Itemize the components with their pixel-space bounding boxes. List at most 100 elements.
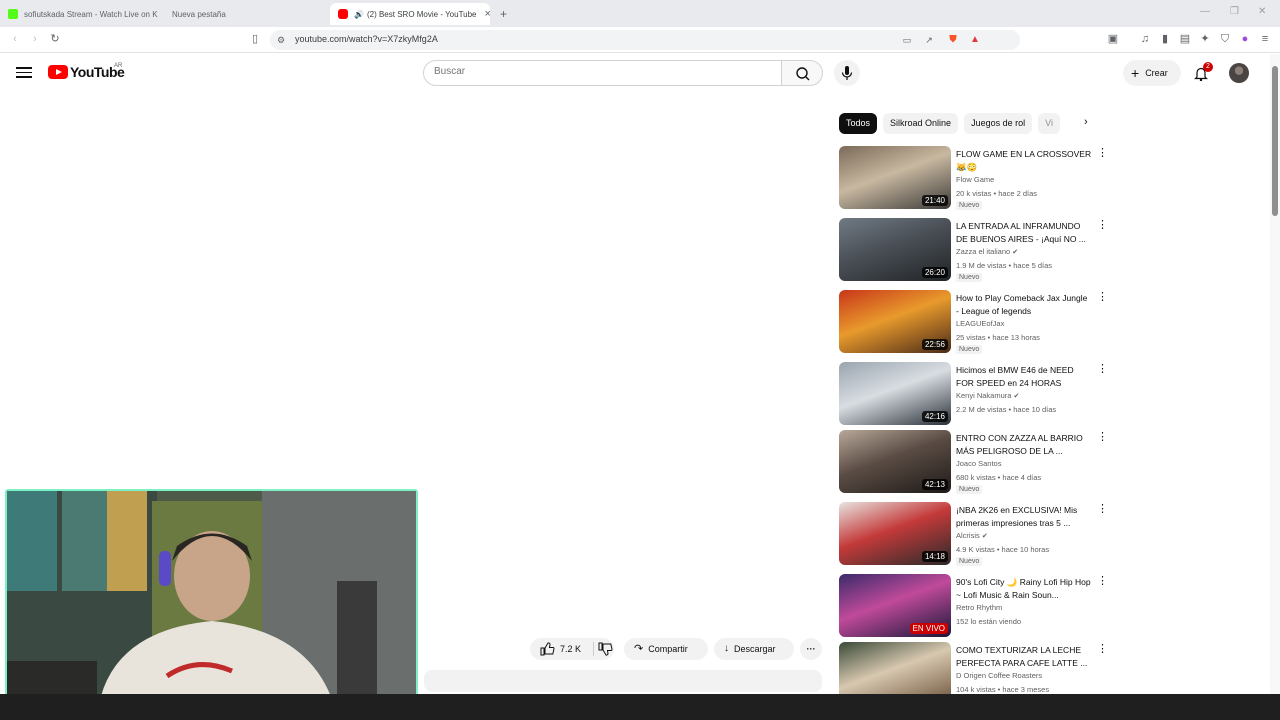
channel-name[interactable]: Kenyi Nakamura ✔ bbox=[956, 391, 1019, 400]
close-window-icon[interactable]: ✕ bbox=[1258, 6, 1266, 17]
video-thumbnail[interactable]: 22:56 bbox=[839, 290, 951, 353]
channel-name-text: D Origen Coffee Roasters bbox=[956, 671, 1043, 680]
browser-tab-bar: sofiutskada Stream - Watch Live on K Nue… bbox=[0, 0, 1280, 27]
more-actions-button[interactable]: ··· bbox=[800, 638, 822, 660]
more-options-icon[interactable]: ⋮ bbox=[1097, 220, 1108, 231]
more-options-icon[interactable]: ⋮ bbox=[1097, 364, 1108, 375]
recommendation-item[interactable]: 26:20 LA ENTRADA AL INFRAMUNDO DE BUENOS … bbox=[839, 218, 1109, 282]
video-thumbnail[interactable]: EN VIVO bbox=[839, 574, 951, 637]
channel-name-text: LEAGUEofJax bbox=[956, 319, 1005, 328]
download-button[interactable]: ↓ Descargar bbox=[714, 638, 794, 660]
brave-rewards-icon[interactable]: ▲ bbox=[968, 33, 982, 47]
channel-name-text: Zazza el italiano bbox=[956, 247, 1011, 256]
recommendation-item[interactable]: 42:16 Hicimos el BMW E46 de NEED FOR SPEE… bbox=[839, 362, 1109, 426]
chip-all[interactable]: Todos bbox=[839, 113, 878, 134]
download-label: Descargar bbox=[734, 644, 776, 654]
account-avatar[interactable] bbox=[1229, 63, 1249, 83]
more-options-icon[interactable]: ⋮ bbox=[1097, 576, 1108, 587]
search-box[interactable] bbox=[423, 60, 782, 86]
video-duration: 42:16 bbox=[921, 411, 948, 422]
video-thumbnail[interactable]: 21:40 bbox=[839, 146, 951, 209]
cast-icon[interactable]: ▭ bbox=[900, 33, 914, 47]
chip-rpg[interactable]: Juegos de rol bbox=[964, 113, 1033, 134]
more-options-icon[interactable]: ⋮ bbox=[1097, 148, 1108, 159]
browser-tab-new[interactable]: Nueva pestaña bbox=[172, 3, 322, 25]
recommendation-item[interactable]: 21:40 FLOW GAME EN LA CROSSOVER 😹😳 Flow Ga… bbox=[839, 146, 1109, 210]
chip-video[interactable]: Vi bbox=[1038, 113, 1060, 134]
channel-name[interactable]: Joaco Santos bbox=[956, 459, 1001, 468]
channel-name[interactable]: D Origen Coffee Roasters bbox=[956, 671, 1042, 680]
like-icon[interactable] bbox=[536, 638, 556, 660]
wallet-icon[interactable]: ▤ bbox=[1178, 32, 1192, 46]
recommendation-item[interactable]: 42:13 ENTRO CON ZAZZA AL BARRIO MÁS PELIG… bbox=[839, 430, 1109, 494]
video-title[interactable]: 90's Lofi City 🌙 Rainy Lofi Hip Hop ~ Lo… bbox=[956, 576, 1092, 602]
video-title[interactable]: ¡NBA 2K26 en EXCLUSIVA! Mis primeras imp… bbox=[956, 504, 1092, 530]
vpn-icon[interactable]: ⛉ bbox=[1218, 32, 1232, 46]
minimize-icon[interactable]: — bbox=[1200, 6, 1210, 17]
microphone-icon bbox=[841, 66, 853, 80]
forward-icon[interactable]: › bbox=[28, 32, 42, 46]
video-title[interactable]: LA ENTRADA AL INFRAMUNDO DE BUENOS AIRES… bbox=[956, 220, 1092, 246]
video-thumbnail[interactable]: 42:13 bbox=[839, 430, 951, 493]
browser-menu-icon[interactable]: ≡ bbox=[1258, 32, 1272, 46]
chip-silkroad[interactable]: Silkroad Online bbox=[883, 113, 959, 134]
recommendation-item[interactable]: 14:18 ¡NBA 2K26 en EXCLUSIVA! Mis primera… bbox=[839, 502, 1109, 566]
video-title[interactable]: ENTRO CON ZAZZA AL BARRIO MÁS PELIGROSO … bbox=[956, 432, 1092, 458]
share-button[interactable]: ↷ Compartir bbox=[624, 638, 708, 660]
more-options-icon[interactable]: ⋮ bbox=[1097, 504, 1108, 515]
scrollbar-thumb[interactable] bbox=[1272, 66, 1278, 216]
channel-name[interactable]: Retro Rhythm bbox=[956, 603, 1002, 612]
channel-name[interactable]: Flow Game bbox=[956, 175, 994, 184]
back-icon[interactable]: ‹ bbox=[8, 32, 22, 46]
video-thumbnail[interactable]: 14:18 bbox=[839, 502, 951, 565]
extensions-icon[interactable]: ▣ bbox=[1106, 32, 1120, 46]
profile-icon[interactable]: ● bbox=[1238, 32, 1252, 46]
video-description-box[interactable] bbox=[424, 670, 822, 692]
channel-name[interactable]: LEAGUEofJax bbox=[956, 319, 1004, 328]
video-title[interactable]: FLOW GAME EN LA CROSSOVER 😹😳 bbox=[956, 148, 1092, 174]
video-duration: 42:13 bbox=[921, 479, 948, 490]
recommendation-item[interactable]: 22:56 How to Play Comeback Jax Jungle - L… bbox=[839, 290, 1109, 354]
video-title[interactable]: How to Play Comeback Jax Jungle - League… bbox=[956, 292, 1092, 318]
video-thumbnail[interactable]: 42:16 bbox=[839, 362, 951, 425]
browser-tab-youtube[interactable]: 🔊 (2) Best SRO Movie - YouTube × bbox=[330, 3, 490, 25]
create-button[interactable]: + Crear bbox=[1123, 60, 1181, 86]
music-icon[interactable]: ♫ bbox=[1138, 32, 1152, 46]
channel-name-text: Retro Rhythm bbox=[956, 603, 1003, 612]
video-meta: 20 k vistas • hace 2 días bbox=[956, 189, 1038, 198]
more-options-icon[interactable]: ⋮ bbox=[1097, 432, 1108, 443]
verified-check-icon: ✔ bbox=[1013, 393, 1020, 400]
site-info-icon[interactable]: ⚙ bbox=[274, 33, 288, 47]
leo-ai-icon[interactable]: ✦ bbox=[1198, 32, 1212, 46]
maximize-icon[interactable]: ❐ bbox=[1230, 6, 1239, 17]
tab-title: Nueva pestaña bbox=[172, 9, 226, 19]
dislike-icon[interactable] bbox=[594, 638, 614, 660]
channel-name[interactable]: Zazza el italiano ✔ bbox=[956, 247, 1018, 256]
address-bar[interactable]: ⚙ youtube.com/watch?v=X7zkyMfg2A ▭ ↗ ⛊ ▲ bbox=[270, 30, 1020, 50]
video-meta: 4.9 K vistas • hace 10 horas bbox=[956, 545, 1050, 554]
create-label: Crear bbox=[1145, 68, 1168, 78]
voice-search-button[interactable] bbox=[834, 60, 860, 86]
search-input[interactable] bbox=[434, 66, 764, 77]
share-icon[interactable]: ↗ bbox=[922, 33, 936, 47]
more-options-icon[interactable]: ⋮ bbox=[1097, 644, 1108, 655]
reload-icon[interactable]: ↻ bbox=[48, 32, 62, 46]
chevron-right-icon[interactable]: › bbox=[1084, 116, 1088, 128]
bookmark-icon[interactable]: ▯ bbox=[248, 32, 262, 46]
sidebar-icon[interactable]: ▮ bbox=[1158, 32, 1172, 46]
video-thumbnail[interactable]: 26:20 bbox=[839, 218, 951, 281]
new-badge: Nuevo bbox=[956, 273, 983, 282]
search-button[interactable] bbox=[781, 60, 823, 86]
new-tab-button[interactable]: + bbox=[500, 3, 514, 25]
channel-name[interactable]: Alcrisis ✔ bbox=[956, 531, 988, 540]
more-options-icon[interactable]: ⋮ bbox=[1097, 292, 1108, 303]
browser-tab-kick[interactable]: sofiutskada Stream - Watch Live on K bbox=[8, 3, 168, 25]
youtube-logo[interactable]: YouTube bbox=[48, 64, 125, 80]
video-title[interactable]: COMO TEXTURIZAR LA LECHE PERFECTA PARA C… bbox=[956, 644, 1092, 670]
recommendation-item[interactable]: EN VIVO 90's Lofi City 🌙 Rainy Lofi Hip H… bbox=[839, 574, 1109, 638]
brave-shield-icon[interactable]: ⛊ bbox=[946, 33, 960, 47]
page-scrollbar[interactable] bbox=[1270, 54, 1280, 694]
close-tab-icon[interactable]: × bbox=[485, 8, 491, 20]
video-title[interactable]: Hicimos el BMW E46 de NEED FOR SPEED en … bbox=[956, 364, 1092, 390]
guide-menu-icon[interactable] bbox=[16, 64, 32, 80]
